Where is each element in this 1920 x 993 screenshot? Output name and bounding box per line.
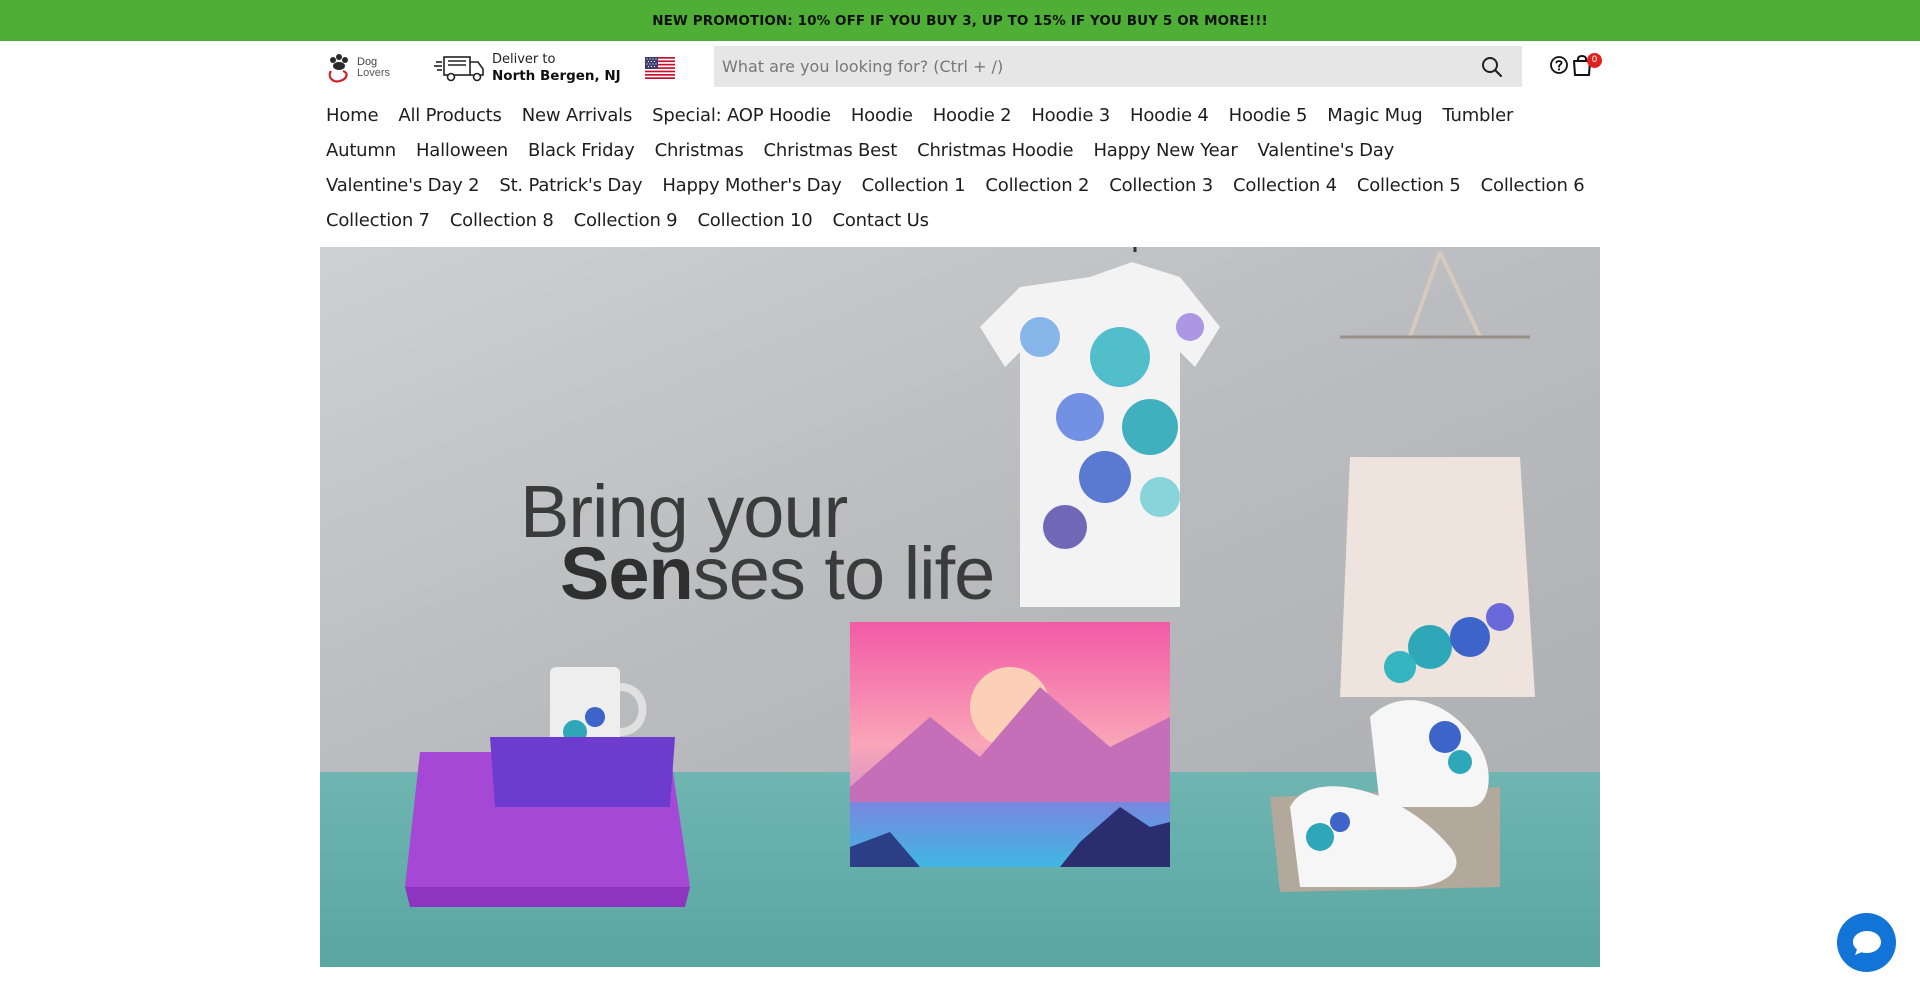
logo-line2: Lovers xyxy=(357,67,391,79)
nav-item-collection-10[interactable]: Collection 10 xyxy=(697,210,812,231)
promo-text: NEW PROMOTION: 10% OFF IF YOU BUY 3, UP … xyxy=(652,12,1268,29)
us-flag-icon[interactable] xyxy=(645,57,675,79)
nav-item-collection-6[interactable]: Collection 6 xyxy=(1481,175,1585,196)
search-icon[interactable] xyxy=(1480,55,1504,79)
nav-item-collection-3[interactable]: Collection 3 xyxy=(1109,175,1213,196)
nav-row: Autumn Halloween Black Friday Christmas … xyxy=(326,133,1616,168)
nav-item-christmas[interactable]: Christmas xyxy=(655,140,744,161)
nav-item-christmas-hoodie[interactable]: Christmas Hoodie xyxy=(917,140,1074,161)
hero-banner[interactable]: Bring your Senses to life xyxy=(320,247,1600,967)
deliver-label: Deliver to xyxy=(492,52,556,67)
nav-item-tumbler[interactable]: Tumbler xyxy=(1442,105,1513,126)
nav-item-collection-4[interactable]: Collection 4 xyxy=(1233,175,1337,196)
nav-item-collection-8[interactable]: Collection 8 xyxy=(450,210,554,231)
nav-row: Home All Products New Arrivals Special: … xyxy=(326,98,1616,133)
nav-item-contact-us[interactable]: Contact Us xyxy=(833,210,930,231)
nav-item-happy-new-year[interactable]: Happy New Year xyxy=(1093,140,1237,161)
site-logo[interactable]: Dog Lovers xyxy=(325,51,400,85)
cart-button[interactable]: 0 xyxy=(1571,51,1602,79)
nav-item-hoodie-4[interactable]: Hoodie 4 xyxy=(1130,105,1209,126)
nav-item-valentines-day-2[interactable]: Valentine's Day 2 xyxy=(326,175,480,196)
nav-item-all-products[interactable]: All Products xyxy=(398,105,502,126)
paw-logo-icon xyxy=(328,54,348,83)
nav-item-hoodie-2[interactable]: Hoodie 2 xyxy=(933,105,1012,126)
nav-item-black-friday[interactable]: Black Friday xyxy=(528,140,635,161)
promo-bar: NEW PROMOTION: 10% OFF IF YOU BUY 3, UP … xyxy=(0,0,1920,41)
nav-row: Valentine's Day 2 St. Patrick's Day Happ… xyxy=(326,168,1616,203)
nav-item-home[interactable]: Home xyxy=(326,105,379,126)
hero-headline-bold: Sen xyxy=(560,532,694,615)
chat-icon xyxy=(1852,930,1881,955)
nav-item-hoodie-5[interactable]: Hoodie 5 xyxy=(1229,105,1308,126)
nav-item-special-aop-hoodie[interactable]: Special: AOP Hoodie xyxy=(652,105,831,126)
truck-icon xyxy=(434,56,484,82)
nav-item-new-arrivals[interactable]: New Arrivals xyxy=(522,105,633,126)
hero-headline-rest: ses to life xyxy=(692,532,996,615)
main-nav: Home All Products New Arrivals Special: … xyxy=(326,98,1616,238)
nav-item-autumn[interactable]: Autumn xyxy=(326,140,396,161)
nav-item-hoodie-3[interactable]: Hoodie 3 xyxy=(1031,105,1110,126)
logo-text: Dog Lovers xyxy=(357,57,390,79)
deliver-location: North Bergen, NJ xyxy=(492,68,621,84)
cart-count-badge: 0 xyxy=(1587,53,1602,68)
search-input[interactable] xyxy=(714,46,1480,87)
nav-item-happy-mothers-day[interactable]: Happy Mother's Day xyxy=(662,175,841,196)
nav-item-halloween[interactable]: Halloween xyxy=(416,140,508,161)
help-icon[interactable] xyxy=(1549,55,1569,75)
nav-item-collection-7[interactable]: Collection 7 xyxy=(326,210,430,231)
search-box xyxy=(714,46,1522,87)
chat-button[interactable] xyxy=(1837,913,1896,972)
nav-item-christmas-best[interactable]: Christmas Best xyxy=(764,140,898,161)
nav-item-collection-2[interactable]: Collection 2 xyxy=(985,175,1089,196)
nav-row: Collection 7 Collection 8 Collection 9 C… xyxy=(326,203,1616,238)
header: Dog Lovers Deliver to North Bergen, NJ W… xyxy=(320,41,1602,91)
nav-item-collection-1[interactable]: Collection 1 xyxy=(862,175,966,196)
nav-item-magic-mug[interactable]: Magic Mug xyxy=(1327,105,1422,126)
nav-item-valentines-day[interactable]: Valentine's Day xyxy=(1258,140,1395,161)
hero-headline-line2: Senses to life xyxy=(560,537,995,611)
nav-item-st-patricks-day[interactable]: St. Patrick's Day xyxy=(499,175,642,196)
deliver-text: Deliver to North Bergen, NJ xyxy=(492,52,621,84)
nav-item-collection-9[interactable]: Collection 9 xyxy=(574,210,678,231)
nav-item-hoodie[interactable]: Hoodie xyxy=(851,105,913,126)
nav-item-collection-5[interactable]: Collection 5 xyxy=(1357,175,1461,196)
deliver-to[interactable]: Deliver to North Bergen, NJ xyxy=(434,51,621,85)
